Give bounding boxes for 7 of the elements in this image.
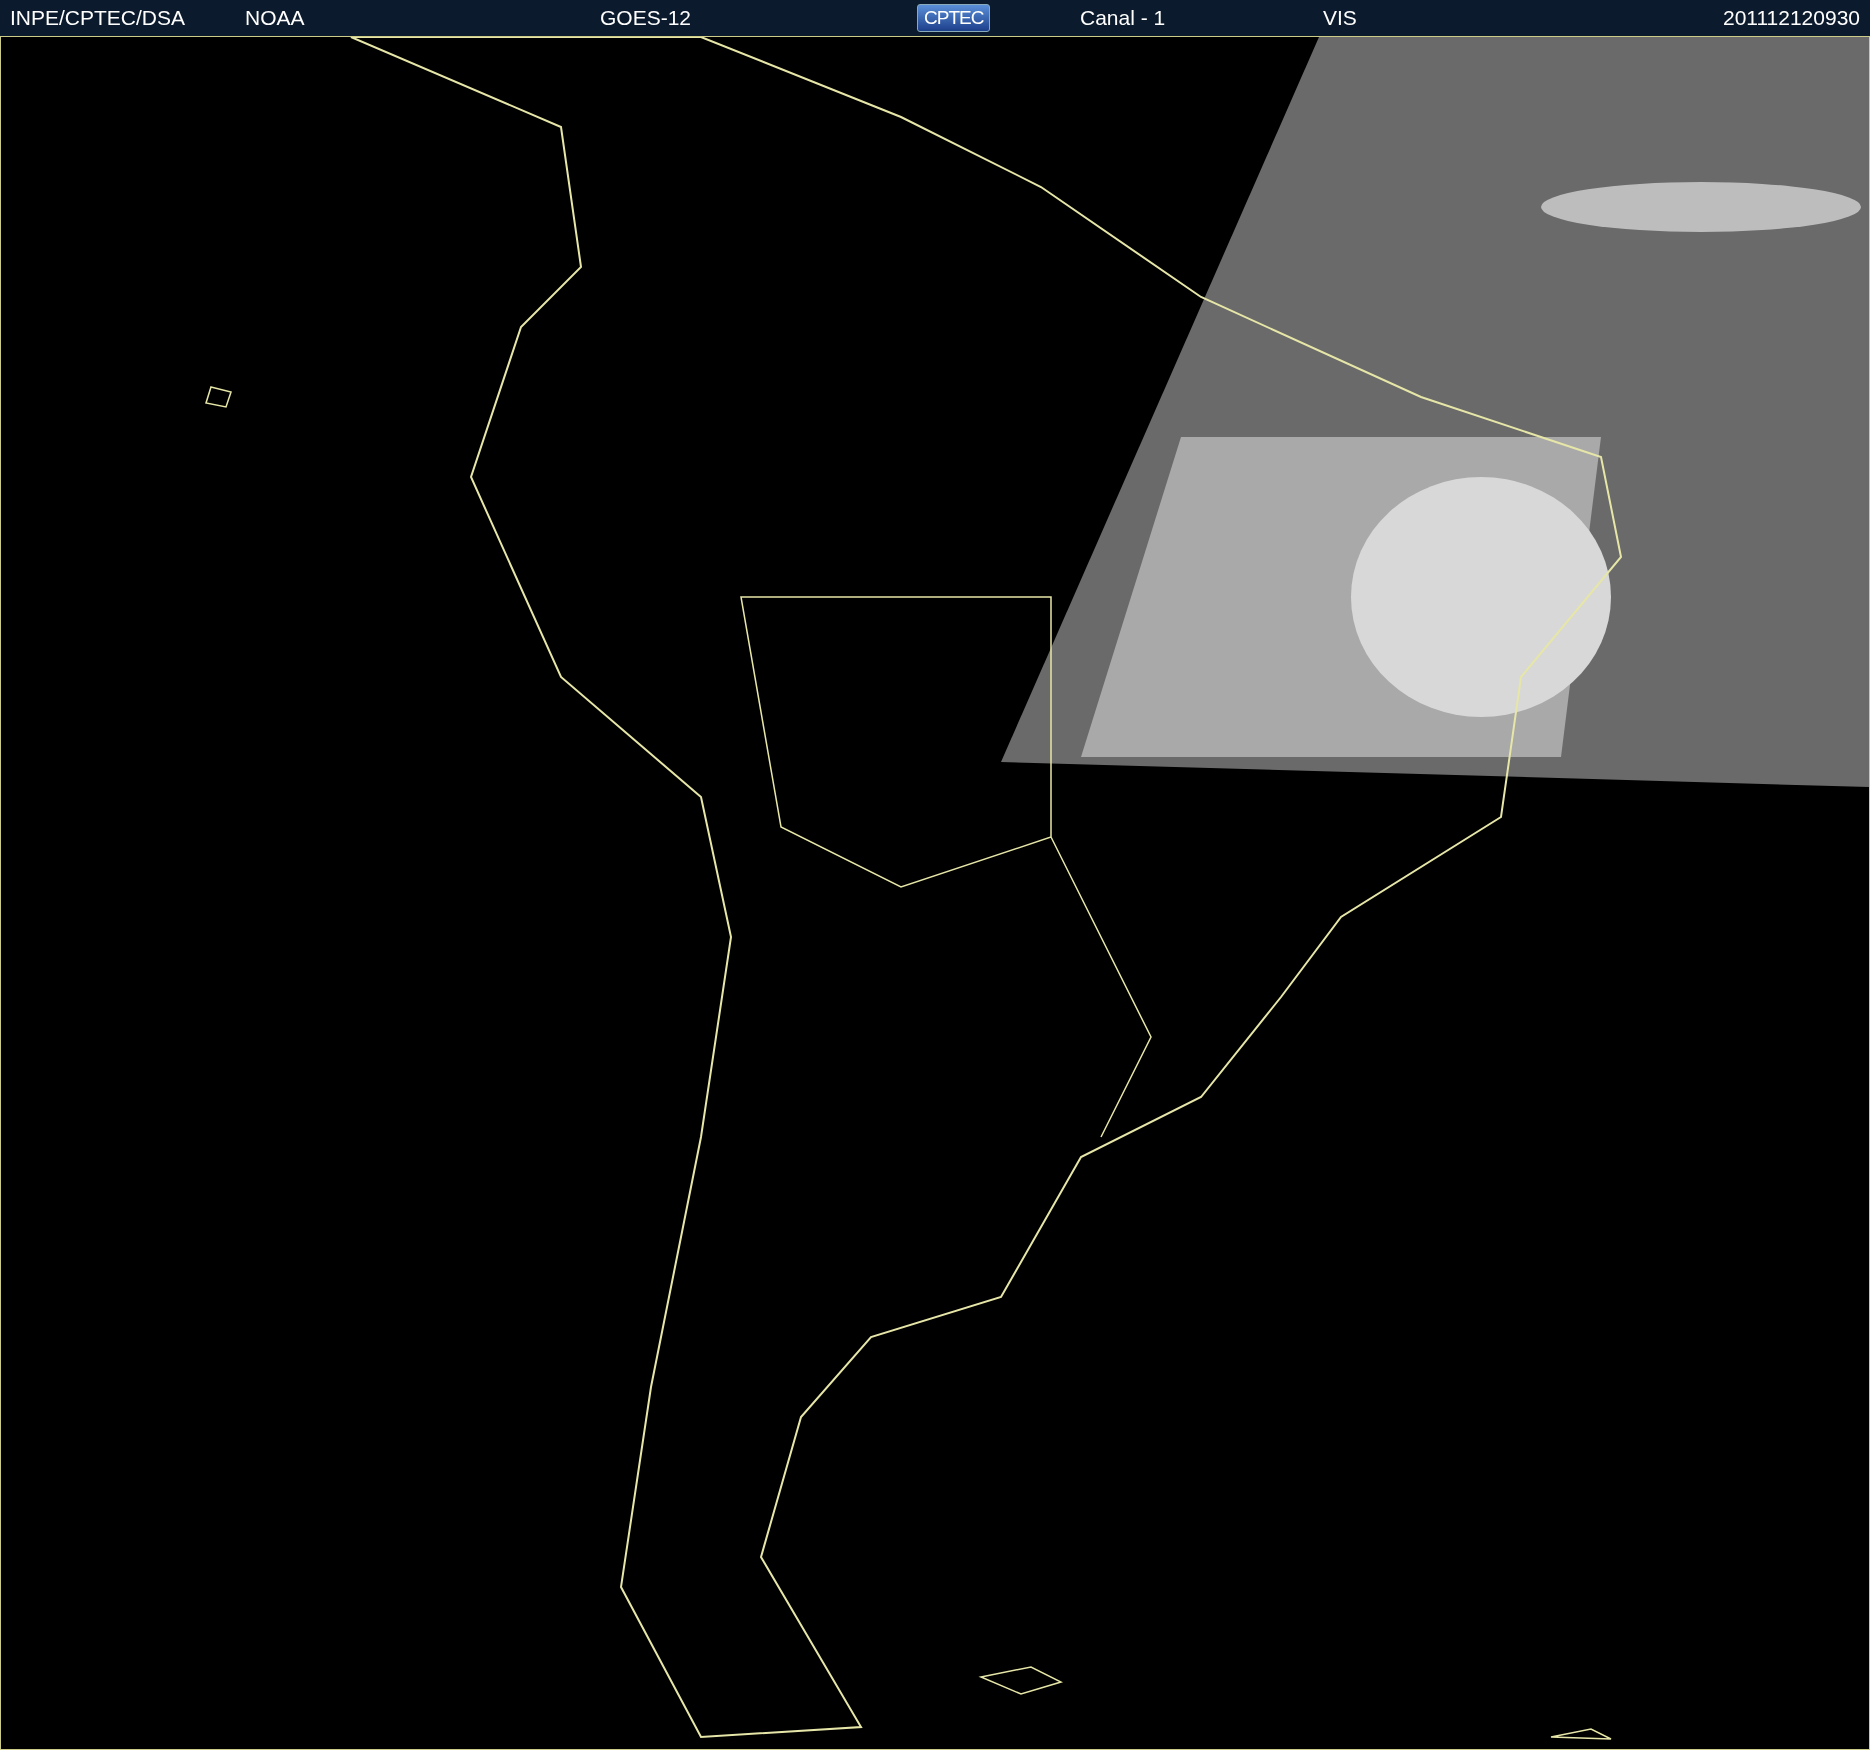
agency-label: NOAA xyxy=(245,6,306,30)
band-label: VIS xyxy=(1323,6,1358,30)
logo: CPTEC xyxy=(917,4,991,32)
satellite-label: GOES-12 xyxy=(600,6,693,30)
channel-label: Canal - 1 xyxy=(1080,6,1167,30)
source-label: INPE/CPTEC/DSA xyxy=(10,6,187,30)
timestamp: 201112120930 xyxy=(1722,6,1860,30)
